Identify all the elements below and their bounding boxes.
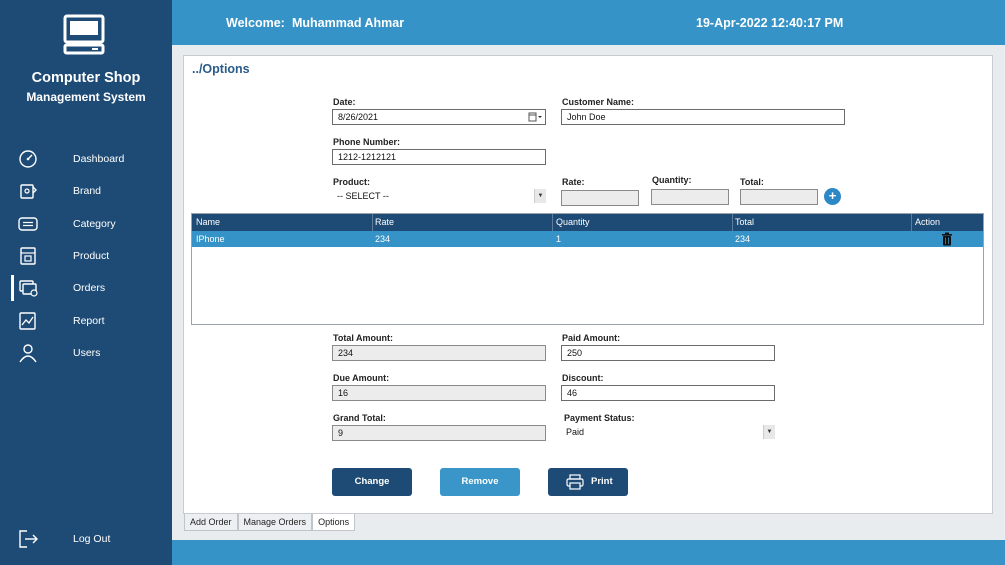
tab-bar: Add Order Manage Orders Options [184,514,356,531]
paid-amount-input[interactable]: 250 [561,345,775,361]
cell-quantity: 1 [556,234,562,244]
due-amount-input[interactable]: 16 [332,385,546,401]
dashboard-icon [19,150,37,168]
computer-icon [63,14,105,55]
payment-status-select[interactable]: Paid ▼ [561,425,775,441]
report-icon [19,312,36,330]
add-item-button[interactable]: + [824,188,841,205]
grand-total-input[interactable]: 9 [332,425,546,441]
bottom-bar [172,540,1005,565]
product-icon [20,247,36,265]
chevron-down-icon: ▼ [534,189,546,203]
table-header: Name Rate Quantity Total Action [192,214,983,231]
total-amount-input[interactable]: 234 [332,345,546,361]
brand-icon [20,184,37,199]
product-select[interactable]: -- SELECT -- ▼ [332,189,546,205]
paid-amount-label: Paid Amount: [562,333,621,343]
print-label: Print [591,476,613,487]
breadcrumb: ../Options [192,62,250,76]
sidebar-item-users[interactable]: Users [0,339,172,367]
top-bar: Welcome: Muhammad Ahmar 19-Apr-2022 12:4… [172,0,1005,45]
sidebar-item-label: Users [73,347,101,359]
sidebar-item-label: Brand [73,185,102,197]
cell-total: 234 [735,234,751,244]
column-header-action[interactable]: Action [915,217,940,227]
table-row[interactable]: IPhone 234 1 234 [192,231,983,247]
discount-label: Discount: [562,373,604,383]
phone-label: Phone Number: [333,137,401,147]
sidebar-item-orders[interactable]: Orders [0,274,172,302]
date-picker[interactable]: 8/26/2021 [332,109,546,125]
logout-button[interactable]: Log Out [0,525,172,553]
sidebar-item-dashboard[interactable]: Dashboard [0,145,172,173]
date-value: 8/26/2021 [338,112,379,122]
calendar-icon[interactable] [528,112,542,122]
sidebar-item-label: Dashboard [73,153,125,165]
column-header-name[interactable]: Name [196,217,220,227]
app-title: Computer Shop [31,70,141,86]
sidebar-item-category[interactable]: Category [0,210,172,238]
quantity-label: Quantity: [652,175,692,185]
sidebar-item-label: Report [73,315,105,327]
welcome-label: Welcome: [226,16,285,30]
sidebar-item-brand[interactable]: Brand [0,177,172,205]
total-label: Total: [740,177,764,187]
phone-input[interactable]: 1212-1212121 [332,149,546,165]
payment-status-value: Paid [566,427,585,437]
product-value: -- SELECT -- [337,191,389,201]
column-header-rate[interactable]: Rate [375,217,394,227]
tab-manage-orders[interactable]: Manage Orders [237,514,313,531]
sidebar-item-label: Orders [73,282,106,294]
total-input[interactable] [740,189,818,205]
print-button[interactable]: Print [548,468,628,496]
column-header-quantity[interactable]: Quantity [556,217,590,227]
datetime: 19-Apr-2022 12:40:17 PM [696,16,844,30]
order-items-table: Name Rate Quantity Total Action IPhone 2… [191,213,984,325]
username: Muhammad Ahmar [292,16,405,30]
total-amount-label: Total Amount: [333,333,393,343]
category-icon [18,217,38,231]
logout-label: Log Out [73,533,111,545]
user-icon [19,344,37,363]
rate-label: Rate: [562,177,585,187]
payment-status-label: Payment Status: [564,413,635,423]
quantity-input[interactable] [651,189,729,205]
due-amount-label: Due Amount: [333,373,390,383]
column-header-total[interactable]: Total [735,217,754,227]
grand-total-label: Grand Total: [333,413,386,423]
remove-button[interactable]: Remove [440,468,520,496]
sidebar: Computer Shop Management System Dashboar… [0,0,172,565]
customer-name-input[interactable]: John Doe [561,109,845,125]
rate-input[interactable] [561,190,639,206]
product-label: Product: [333,177,370,187]
customer-name-label: Customer Name: [562,97,635,107]
cell-rate: 234 [375,234,391,244]
trash-icon[interactable] [941,232,953,246]
discount-input[interactable]: 46 [561,385,775,401]
change-button[interactable]: Change [332,468,412,496]
date-label: Date: [333,97,356,107]
sidebar-item-product[interactable]: Product [0,242,172,270]
app-subtitle: Management System [26,90,146,104]
sidebar-item-label: Category [73,218,116,230]
sidebar-item-report[interactable]: Report [0,307,172,335]
tab-add-order[interactable]: Add Order [184,514,238,531]
printer-icon [566,474,584,490]
tab-options[interactable]: Options [312,514,356,531]
cell-name: IPhone [196,234,225,244]
chevron-down-icon: ▼ [763,425,775,439]
logout-icon [19,530,38,548]
orders-icon [19,280,38,297]
sidebar-item-label: Product [73,250,110,262]
